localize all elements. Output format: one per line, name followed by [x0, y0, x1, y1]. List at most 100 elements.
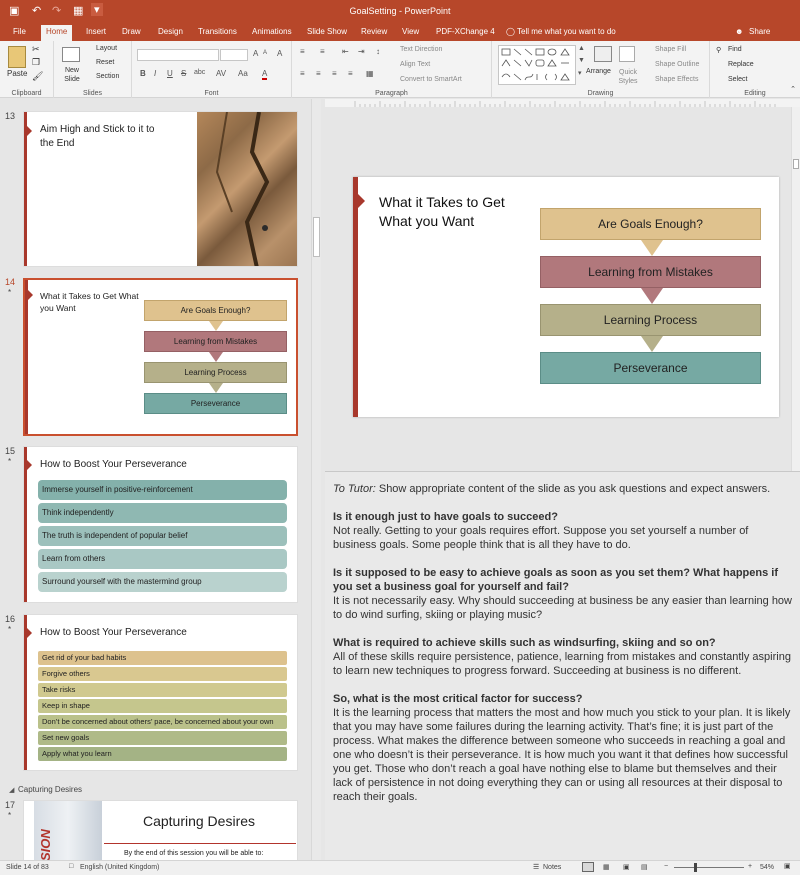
thumbnail-slide-16[interactable]: How to Boost Your Perseverance Get rid o…: [23, 614, 298, 771]
zoom-slider[interactable]: [674, 867, 744, 868]
numbering-icon[interactable]: ≡: [320, 47, 325, 56]
font-group: A A A B I U S abc AV Aa A Font: [132, 41, 292, 98]
arrange-button[interactable]: Arrange: [586, 68, 611, 75]
tab-pdf-xchange[interactable]: PDF-XChange 4: [436, 27, 495, 36]
tell-me-search[interactable]: Tell me what you want to do: [517, 27, 616, 36]
replace-button[interactable]: Replace: [728, 61, 754, 68]
slide-title[interactable]: What it Takes to Get What you Want: [379, 193, 529, 231]
proofing-icon[interactable]: □: [69, 863, 73, 870]
flow-box-mistakes[interactable]: Learning from Mistakes: [540, 256, 761, 288]
paste-button[interactable]: Paste: [7, 69, 27, 78]
font-size-up[interactable]: A: [253, 49, 258, 58]
scrollbar-thumb[interactable]: [793, 159, 799, 169]
collapse-ribbon-icon[interactable]: ⌃: [790, 85, 796, 93]
fit-slide-icon[interactable]: ▣: [784, 862, 791, 870]
tab-design[interactable]: Design: [158, 27, 183, 36]
scrollbar-thumb[interactable]: [313, 217, 320, 257]
cut-icon[interactable]: ✂: [32, 44, 40, 55]
tab-animations[interactable]: Animations: [252, 27, 292, 36]
reading-view-icon[interactable]: ▣: [623, 863, 630, 871]
tab-file[interactable]: File: [13, 27, 26, 36]
font-color-button[interactable]: A: [262, 69, 268, 80]
shape-effects-button[interactable]: Shape Effects: [655, 76, 698, 83]
find-icon[interactable]: ⚲: [716, 46, 721, 54]
underline-button[interactable]: U: [167, 69, 173, 78]
thumbnail-slide-13[interactable]: Aim High and Stick to it to the End: [23, 111, 298, 267]
notes-icon[interactable]: ☰: [533, 863, 539, 871]
gallery-scroll-up[interactable]: ▲: [578, 45, 585, 52]
char-spacing-button[interactable]: AV: [216, 69, 226, 78]
zoom-level[interactable]: 54%: [760, 864, 774, 871]
zoom-slider-thumb[interactable]: [694, 863, 697, 872]
align-center-icon[interactable]: ≡: [316, 69, 321, 78]
thumbnail-scrollbar[interactable]: [311, 99, 321, 860]
italic-button[interactable]: I: [154, 69, 156, 78]
thumbnail-slide-14[interactable]: What it Takes to Get What you Want Are G…: [23, 278, 298, 436]
slide-accent-notch: [28, 290, 33, 300]
convert-smartart-button[interactable]: Convert to SmartArt: [400, 76, 462, 83]
flow-box-process[interactable]: Learning Process: [540, 304, 761, 336]
tab-review[interactable]: Review: [361, 27, 387, 36]
decrease-indent-icon[interactable]: ⇤: [342, 47, 349, 56]
section-button[interactable]: Section: [96, 73, 119, 80]
paste-icon[interactable]: [8, 46, 26, 68]
layout-button[interactable]: Layout: [96, 45, 117, 52]
format-painter-icon[interactable]: 🖌: [32, 71, 43, 82]
find-button[interactable]: Find: [728, 46, 742, 53]
bullets-icon[interactable]: ≡: [300, 47, 305, 56]
gallery-scroll-down[interactable]: ▼: [578, 57, 585, 64]
align-right-icon[interactable]: ≡: [332, 69, 337, 78]
font-size-input[interactable]: [220, 49, 248, 61]
thumbnail-slide-15[interactable]: How to Boost Your Perseverance Immerse y…: [23, 446, 298, 603]
thumbnail-slide-17[interactable]: SION Capturing Desires By the end of thi…: [23, 800, 298, 860]
flow-box-goals[interactable]: Are Goals Enough?: [540, 208, 761, 240]
font-size-down[interactable]: A: [263, 50, 267, 56]
align-left-icon[interactable]: ≡: [300, 69, 305, 78]
tab-view[interactable]: View: [402, 27, 419, 36]
bold-button[interactable]: B: [140, 69, 146, 78]
zoom-out-icon[interactable]: −: [664, 863, 668, 870]
flow-box-perseverance[interactable]: Perseverance: [540, 352, 761, 384]
share-button[interactable]: Share: [749, 27, 770, 36]
arrange-icon[interactable]: [594, 46, 612, 62]
copy-icon[interactable]: ❐: [32, 57, 40, 68]
reset-button[interactable]: Reset: [96, 59, 114, 66]
change-case-button[interactable]: Aa: [238, 69, 248, 78]
quick-styles-icon[interactable]: [619, 46, 635, 62]
align-text-button[interactable]: Align Text: [400, 61, 430, 68]
new-slide-button[interactable]: New Slide: [60, 66, 84, 84]
tab-draw[interactable]: Draw: [122, 27, 141, 36]
columns-icon[interactable]: ▦: [366, 69, 374, 78]
clear-format-button[interactable]: A: [277, 49, 282, 58]
justify-icon[interactable]: ≡: [348, 69, 353, 78]
notes-toggle[interactable]: Notes: [543, 864, 561, 871]
slide-sorter-icon[interactable]: ▦: [603, 863, 610, 871]
slideshow-view-icon[interactable]: ▤: [641, 863, 648, 871]
new-slide-icon[interactable]: [62, 47, 80, 62]
normal-view-icon[interactable]: [582, 862, 594, 872]
section-collapse-icon[interactable]: ◢: [9, 786, 14, 794]
tab-home[interactable]: Home: [41, 25, 73, 41]
language-indicator[interactable]: English (United Kingdom): [80, 864, 159, 871]
shape-fill-button[interactable]: Shape Fill: [655, 46, 686, 53]
main-slide[interactable]: What it Takes to Get What you Want Are G…: [353, 177, 779, 417]
text-direction-button[interactable]: Text Direction: [400, 46, 442, 53]
shape-outline-button[interactable]: Shape Outline: [655, 61, 699, 68]
slide-accent-notch: [27, 628, 32, 638]
shapes-gallery[interactable]: [498, 45, 576, 85]
strikethrough-button[interactable]: S: [181, 69, 186, 78]
quick-styles-button[interactable]: Quick Styles: [616, 68, 640, 86]
zoom-in-icon[interactable]: +: [748, 863, 752, 870]
tab-insert[interactable]: Insert: [86, 27, 106, 36]
font-name-input[interactable]: [137, 49, 219, 61]
share-icon[interactable]: ☻: [735, 27, 743, 36]
notes-pane[interactable]: To Tutor: Show appropriate content of th…: [325, 471, 800, 860]
gallery-more[interactable]: ▾: [578, 69, 582, 77]
select-button[interactable]: Select: [728, 76, 747, 83]
line-spacing-icon[interactable]: ↕: [376, 47, 380, 56]
increase-indent-icon[interactable]: ⇥: [358, 47, 365, 56]
tab-slide-show[interactable]: Slide Show: [307, 27, 347, 36]
section-header[interactable]: Capturing Desires: [18, 785, 82, 794]
tab-transitions[interactable]: Transitions: [198, 27, 237, 36]
shadow-button[interactable]: abc: [194, 69, 205, 76]
